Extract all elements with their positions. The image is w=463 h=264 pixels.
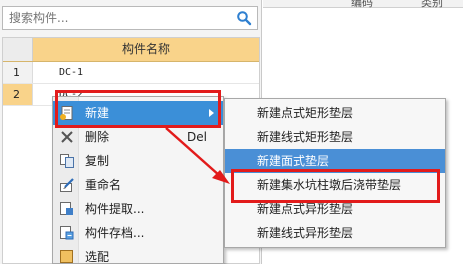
annotation-arrow [165, 127, 230, 184]
